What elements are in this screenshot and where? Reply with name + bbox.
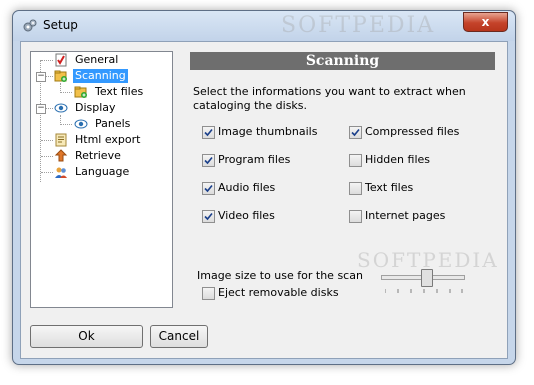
checkbox-label: Audio files [218, 181, 276, 194]
tree-item-label: Retrieve [75, 149, 121, 162]
checkbox-label: Image thumbnails [218, 125, 318, 138]
tree-connector [41, 172, 53, 173]
tree-connector [45, 108, 53, 109]
setup-window: Setup SOFTPEDIA x − − General Scanning T… [12, 10, 516, 365]
tree-connector [60, 124, 72, 125]
checkbox-label: Compressed files [365, 125, 460, 138]
checkbox-label: Program files [218, 153, 291, 166]
checkbox-label: Internet pages [365, 209, 446, 222]
checkbox-label: Video files [218, 209, 275, 222]
settings-tree[interactable]: − − General Scanning Text files Display … [30, 51, 173, 308]
checkbox-box[interactable] [202, 210, 215, 223]
tree-item-label: Html export [75, 133, 141, 146]
section-header: Scanning [190, 52, 495, 70]
scanning-icon [54, 70, 67, 82]
setup-gear-icon [23, 19, 37, 32]
title-bar[interactable]: Setup SOFTPEDIA x [13, 11, 515, 41]
checkbox-label: Text files [365, 181, 414, 194]
tree-item-label: General [75, 53, 119, 66]
watermark-top: SOFTPEDIA [281, 13, 436, 38]
checkbox-label: Eject removable disks [218, 286, 339, 299]
tree-item-label: Language [75, 165, 130, 178]
tree-connector [41, 60, 53, 61]
ok-button[interactable]: Ok [30, 325, 143, 348]
collapse-scanning-toggle[interactable]: − [36, 72, 46, 82]
section-description: Select the informations you want to extr… [193, 85, 466, 112]
cancel-button[interactable]: Cancel [150, 325, 208, 348]
tree-connector [60, 92, 72, 93]
general-icon [55, 53, 67, 67]
image-size-slider[interactable] [381, 269, 465, 293]
checkbox-box[interactable] [202, 287, 215, 300]
language-icon [55, 167, 67, 178]
checkmark-icon [351, 128, 360, 137]
html-export-icon [55, 133, 67, 147]
panels-eye-icon [74, 119, 88, 129]
checkmark-icon [204, 128, 213, 137]
tree-item-label: Panels [95, 117, 131, 130]
checkbox-box[interactable] [349, 210, 362, 223]
checkmark-icon [204, 212, 213, 221]
checkmark-icon [204, 156, 213, 165]
dialog-client-area: − − General Scanning Text files Display … [20, 41, 508, 359]
checkmark-icon [204, 184, 213, 193]
collapse-display-toggle[interactable]: − [36, 104, 46, 114]
tree-item-label: Display [75, 101, 116, 114]
text-files-icon [74, 86, 87, 98]
checkbox-box[interactable] [202, 154, 215, 167]
checkbox-box[interactable] [202, 182, 215, 195]
retrieve-icon [54, 149, 68, 162]
slider-ticks [385, 289, 463, 293]
checkbox-box[interactable] [349, 126, 362, 139]
slider-thumb[interactable] [421, 269, 433, 287]
tree-item-label: Text files [95, 85, 144, 98]
checkbox-box[interactable] [349, 182, 362, 195]
display-eye-icon [54, 103, 68, 113]
image-size-label: Image size to use for the scan [197, 269, 363, 282]
tree-item-label: Scanning [73, 69, 128, 83]
window-title: Setup [43, 18, 78, 32]
tree-connector [41, 140, 53, 141]
tree-connector [45, 76, 53, 77]
checkbox-box[interactable] [202, 126, 215, 139]
close-button[interactable]: x [463, 12, 508, 32]
checkbox-box[interactable] [349, 154, 362, 167]
checkbox-label: Hidden files [365, 153, 431, 166]
tree-connector [41, 156, 53, 157]
